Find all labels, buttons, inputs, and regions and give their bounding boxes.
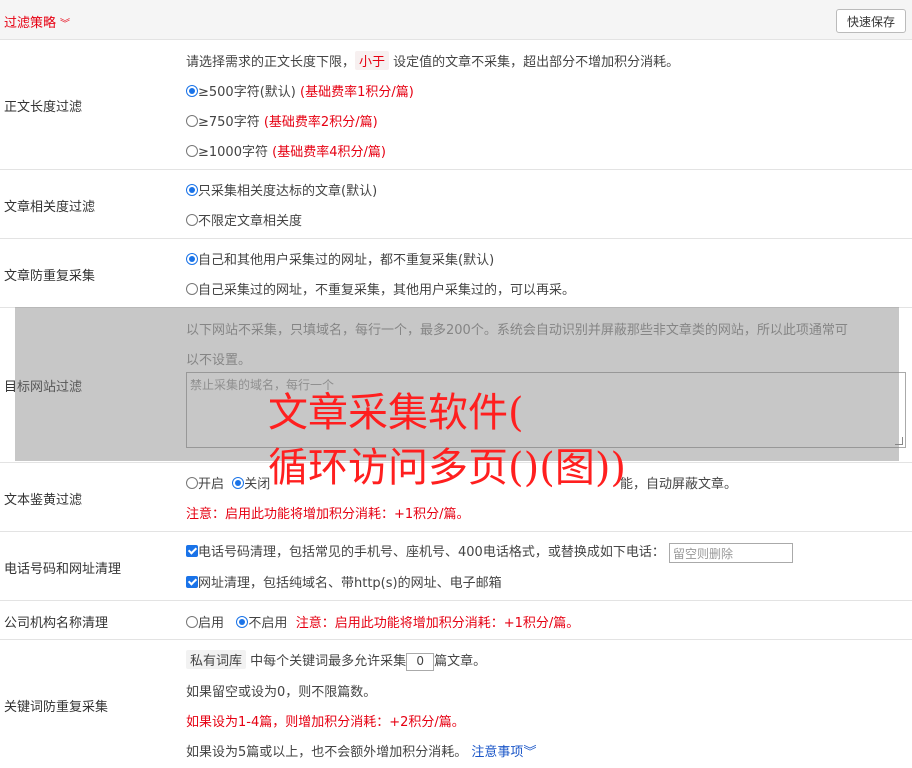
relevance-option-2-label: 不限定文章相关度 (198, 214, 303, 229)
company-on-label: 启用 (198, 616, 225, 631)
length-filter-label: 正文长度过滤 (4, 100, 83, 115)
radio-duplicate-1[interactable] (186, 253, 198, 265)
relevance-option-1[interactable]: 只采集相关度达标的文章(默认) (186, 180, 377, 199)
keyword-dup-text-after: 篇文章。 (434, 654, 487, 669)
company-clean-options: 启用 不启用 注意：启用此功能将增加积分消耗：+1积分/篇。 (186, 612, 579, 631)
filter-strategy-title: 过滤策略 (4, 16, 57, 31)
porn-filter-label: 文本鉴黄过滤 (4, 493, 83, 508)
notes-link-label: 注意事项 (471, 745, 524, 760)
keyword-dup-line4: 如果设为5篇或以上，也不会额外增加积分消耗。 注意事项︾ (186, 741, 536, 760)
porn-filter-tail: 能，自动屏蔽文章。 (620, 477, 738, 492)
max-articles-value: 0 (416, 653, 424, 668)
phone-url-label: 电话号码和网址清理 (4, 562, 122, 577)
option-1000-label: ≥1000字符 (198, 145, 268, 160)
chevron-double-down-icon: ︾ (60, 19, 71, 30)
company-off-label: 不启用 (248, 616, 288, 631)
duplicate-option-1[interactable]: 自己和其他用户采集过的网址，都不重复采集(默认) (186, 249, 494, 268)
option-750-note: (基础费率2积分/篇) (263, 115, 378, 130)
chevron-double-down-icon: ︾ (523, 745, 537, 760)
radio-company-off[interactable] (236, 616, 249, 628)
radio-750[interactable] (186, 115, 198, 127)
watermark-line1: 文章采集软件( (268, 390, 524, 436)
relevance-filter-label: 文章相关度过滤 (4, 200, 96, 215)
row-company-clean: 公司机构名称清理 启用 不启用 注意：启用此功能将增加积分消耗：+1积分/篇。 (0, 601, 912, 640)
option-1000-note: (基础费率4积分/篇) (272, 145, 386, 160)
length-desc-before: 请选择需求的正文长度下限， (186, 55, 356, 70)
watermark-line2: 循环访问多页()(图)) (268, 445, 627, 491)
keyword-dup-line2: 如果留空或设为0，则不限篇数。 (186, 685, 377, 700)
phone-clean-checkbox[interactable] (186, 545, 198, 557)
quick-save-button[interactable]: 快速保存 (836, 9, 906, 33)
porn-filter-notice: 注意：启用此功能将增加积分消耗：+1积分/篇。 (186, 507, 470, 522)
length-desc-after: 设定值的文章不采集，超出部分不增加积分消耗。 (393, 55, 680, 70)
porn-option-on[interactable]: 开启 (186, 477, 224, 492)
duplicate-option-2[interactable]: 自己采集过的网址，不重复采集，其他用户采集过的，可以再采。 (186, 279, 575, 298)
keyword-dup-text-before: 中每个关键词最多允许采集 (250, 654, 407, 669)
porn-filter-options: 开启 关闭 (186, 473, 270, 492)
row-duplicate-filter: 文章防重复采集 自己和其他用户采集过的网址，都不重复采集(默认) 自己采集过的网… (0, 239, 912, 308)
notes-link[interactable]: 注意事项︾ (471, 745, 536, 760)
replacement-phone-input[interactable]: 留空则删除 (668, 542, 793, 563)
length-option-500[interactable]: ≥500字符(默认) (基础费率1积分/篇) (186, 81, 414, 100)
company-option-on[interactable]: 启用 (186, 616, 224, 631)
porn-on-label: 开启 (198, 477, 225, 492)
url-clean-label: 网址清理，包括纯域名、带http(s)的网址、电子邮箱 (198, 576, 502, 591)
company-clean-notice: 注意：启用此功能将增加积分消耗：+1积分/篇。 (295, 616, 580, 631)
radio-500[interactable] (186, 85, 198, 97)
row-length-filter: 正文长度过滤 请选择需求的正文长度下限， 小于 设定值的文章不采集，超出部分不增加… (0, 40, 912, 170)
radio-duplicate-2[interactable] (186, 283, 198, 295)
option-750-label: ≥750字符 (198, 115, 260, 130)
phone-clean-label: 电话号码清理，包括常见的手机号、座机号、400电话格式，或替换成如下电话： (198, 545, 665, 560)
company-option-off[interactable]: 不启用 (236, 616, 287, 631)
row-relevance-filter: 文章相关度过滤 只采集相关度达标的文章(默认) 不限定文章相关度 (0, 170, 912, 239)
replacement-phone-placeholder: 留空则删除 (672, 546, 733, 561)
duplicate-option-1-label: 自己和其他用户采集过的网址，都不重复采集(默认) (198, 253, 495, 268)
company-clean-label: 公司机构名称清理 (4, 616, 109, 631)
max-articles-input[interactable]: 0 (406, 652, 435, 671)
keyword-dup-line4-text: 如果设为5篇或以上，也不会额外增加积分消耗。 (186, 745, 468, 760)
less-than-tag: 小于 (355, 51, 390, 70)
filter-header: 过滤策略 ︾ 快速保存 (0, 0, 912, 40)
phone-clean-option[interactable]: 电话号码清理，包括常见的手机号、座机号、400电话格式，或替换成如下电话： 留空… (186, 541, 793, 563)
private-lexicon-tag: 私有词库 (186, 650, 247, 669)
length-option-1000[interactable]: ≥1000字符 (基础费率4积分/篇) (186, 141, 386, 160)
keyword-dup-line3: 如果设为1-4篇，则增加积分消耗：+2积分/篇。 (186, 715, 465, 730)
row-phone-url-clean: 电话号码和网址清理 电话号码清理，包括常见的手机号、座机号、400电话格式，或替… (0, 532, 912, 601)
url-clean-option[interactable]: 网址清理，包括纯域名、带http(s)的网址、电子邮箱 (186, 572, 502, 591)
duplicate-option-2-label: 自己采集过的网址，不重复采集，其他用户采集过的，可以再采。 (198, 283, 576, 298)
row-keyword-dup: 关键词防重复采集 私有词库 中每个关键词最多允许采集 0 篇文章。 如果留空或设为0… (0, 640, 912, 768)
porn-off-label: 关闭 (244, 477, 271, 492)
option-500-label: ≥500字符(默认) (198, 85, 296, 100)
porn-option-off[interactable]: 关闭 (232, 477, 270, 492)
keyword-dup-label: 关键词防重复采集 (4, 700, 109, 715)
radio-1000[interactable] (186, 145, 198, 157)
radio-porn-on[interactable] (186, 477, 198, 489)
relevance-option-1-label: 只采集相关度达标的文章(默认) (198, 184, 378, 199)
radio-company-on[interactable] (186, 616, 198, 628)
length-filter-desc: 请选择需求的正文长度下限， 小于 设定值的文章不采集，超出部分不增加积分消耗。 (186, 51, 679, 70)
gray-overlay (15, 307, 899, 461)
radio-relevance-1[interactable] (186, 184, 198, 196)
url-clean-checkbox[interactable] (186, 576, 198, 588)
filter-strategy-toggle[interactable]: 过滤策略 ︾ (4, 12, 70, 31)
relevance-option-2[interactable]: 不限定文章相关度 (186, 210, 302, 229)
radio-porn-off[interactable] (232, 477, 245, 489)
length-option-750[interactable]: ≥750字符 (基础费率2积分/篇) (186, 111, 378, 130)
radio-relevance-2[interactable] (186, 214, 198, 226)
keyword-dup-line1: 私有词库 中每个关键词最多允许采集 0 篇文章。 (186, 650, 486, 671)
duplicate-filter-label: 文章防重复采集 (4, 269, 96, 284)
option-500-note: (基础费率1积分/篇) (300, 85, 414, 100)
